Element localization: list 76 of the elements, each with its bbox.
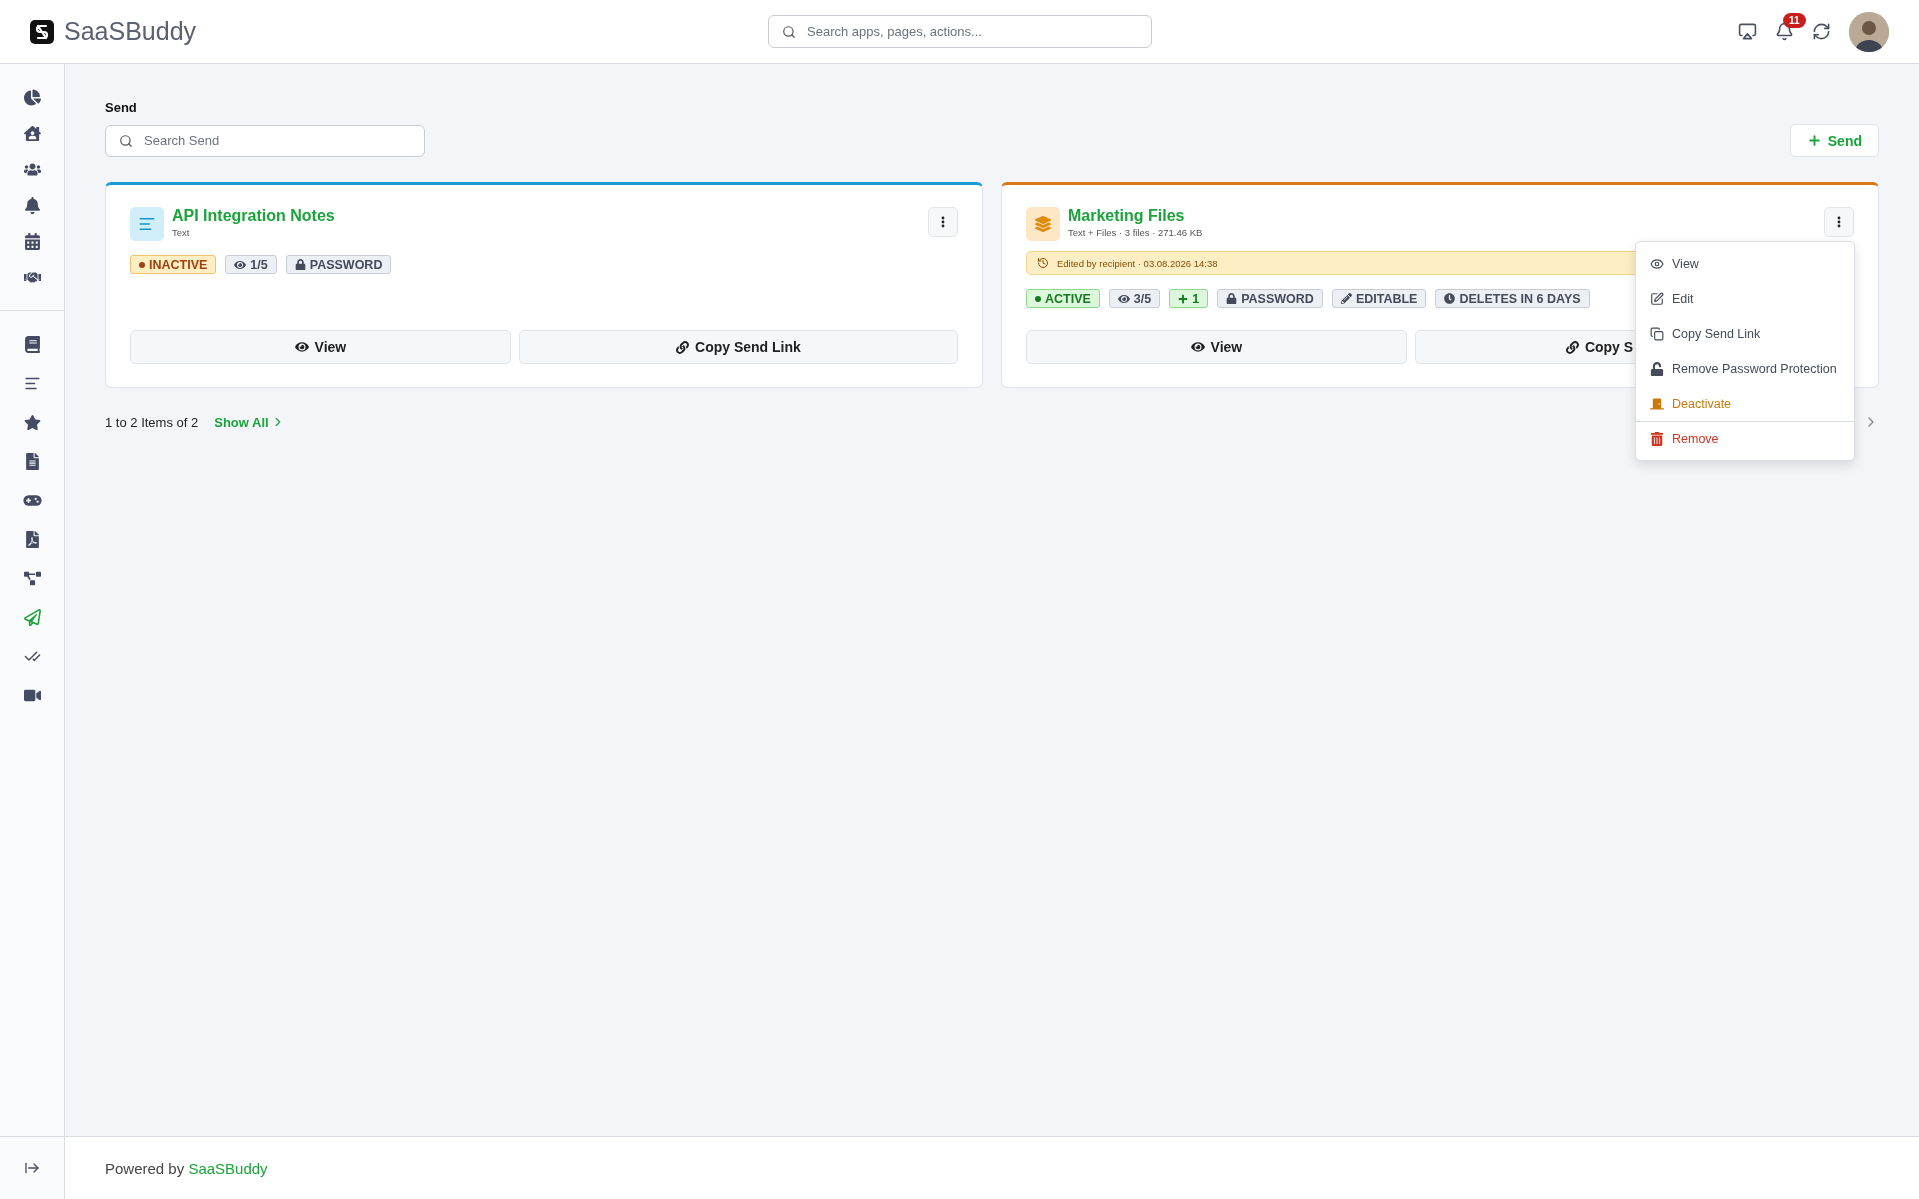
calendar-icon [23, 232, 41, 250]
eye-icon [234, 258, 247, 271]
bell-icon [23, 196, 41, 214]
menu-item[interactable]: Copy Send Link [1636, 316, 1854, 351]
card-title: API Integration Notes [172, 207, 335, 225]
home-icon [23, 124, 41, 142]
menu-item[interactable]: Deactivate [1636, 386, 1854, 421]
pdf-file-icon [23, 530, 41, 548]
bell-icon [1775, 22, 1794, 41]
menu-item[interactable]: View [1636, 246, 1854, 281]
info-badge: 3/5 [1108, 289, 1161, 308]
info-badge: 1/5 [225, 255, 277, 274]
unlock-icon [1650, 361, 1664, 376]
notifications-button[interactable] [1775, 22, 1794, 41]
text-lines-icon [130, 207, 164, 241]
star-icon [23, 413, 41, 431]
document-icon [23, 452, 41, 470]
link-icon [676, 340, 690, 354]
eye-icon [1117, 292, 1130, 305]
screen-cast-button[interactable] [1738, 22, 1757, 41]
card-title: Marketing Files [1068, 207, 1186, 225]
search-icon [119, 133, 133, 148]
eye-icon [1190, 340, 1205, 354]
door-icon [1650, 396, 1664, 411]
lock-icon [294, 259, 306, 270]
plus-icon [1178, 293, 1189, 304]
paper-plane-icon [23, 608, 41, 626]
history-icon [1037, 257, 1049, 269]
info-badge: PASSWORD [285, 255, 392, 274]
footer-text: Powered by SaaSBuddy [105, 1159, 268, 1177]
menu-item[interactable]: Edit [1636, 281, 1854, 316]
notification-count: 11 [1783, 13, 1806, 28]
refresh-icon [1812, 22, 1831, 41]
edit-icon [1650, 291, 1664, 306]
expand-sidebar-button[interactable] [24, 1160, 40, 1176]
info-badge: PASSWORD [1217, 289, 1323, 308]
page-title: Send [105, 100, 138, 115]
status-dot-icon [1035, 295, 1041, 302]
info-badge: DELETES IN 6 DAYS [1435, 289, 1590, 308]
global-search-field[interactable]: Search apps, pages, actions... [768, 15, 1152, 48]
menu-item[interactable]: Remove Password Protection [1636, 351, 1854, 386]
link-icon [1565, 340, 1579, 354]
copy-icon [1650, 326, 1664, 341]
gamepad-icon [22, 493, 42, 507]
user-avatar[interactable] [1849, 11, 1889, 52]
notice-text: Edited by recipient · 03.08.2026 14:38 [1057, 257, 1218, 269]
view-button[interactable]: View [1026, 330, 1407, 364]
pencil-icon [1340, 293, 1352, 304]
brand-name: SaaSBuddy [64, 17, 197, 46]
copy-link-button[interactable]: Copy Send Link [518, 330, 958, 364]
diagram-icon [23, 569, 41, 587]
status-badge: ACTIVE [1026, 289, 1100, 308]
eye-icon [1650, 256, 1664, 271]
status-dot-icon [139, 261, 145, 268]
layers-icon [1026, 207, 1060, 241]
plus-icon [1806, 133, 1822, 148]
lock-icon [1226, 293, 1238, 304]
search-field[interactable]: Search Send [105, 124, 425, 157]
pie-chart-icon [23, 88, 41, 106]
book-icon [23, 335, 41, 353]
clock-icon [1444, 293, 1456, 304]
card-subtitle: Text + Files · 3 files · 271.46 KB [1068, 227, 1203, 238]
more-icon [941, 216, 945, 228]
status-badge: INACTIVE [130, 255, 217, 274]
card-subtitle: Text [172, 227, 191, 238]
pagination-summary: 1 to 2 Items of 2 [105, 414, 199, 430]
logo-icon [30, 19, 54, 44]
more-icon [1837, 216, 1841, 228]
trash-icon [1650, 432, 1664, 446]
info-badge: EDITABLE [1331, 289, 1427, 308]
eye-icon [294, 340, 309, 354]
info-badge: 1 [1169, 289, 1209, 308]
screen-cast-icon [1738, 22, 1757, 41]
view-button[interactable]: View [130, 330, 511, 364]
search-icon [782, 24, 796, 39]
refresh-button[interactable] [1812, 22, 1831, 41]
